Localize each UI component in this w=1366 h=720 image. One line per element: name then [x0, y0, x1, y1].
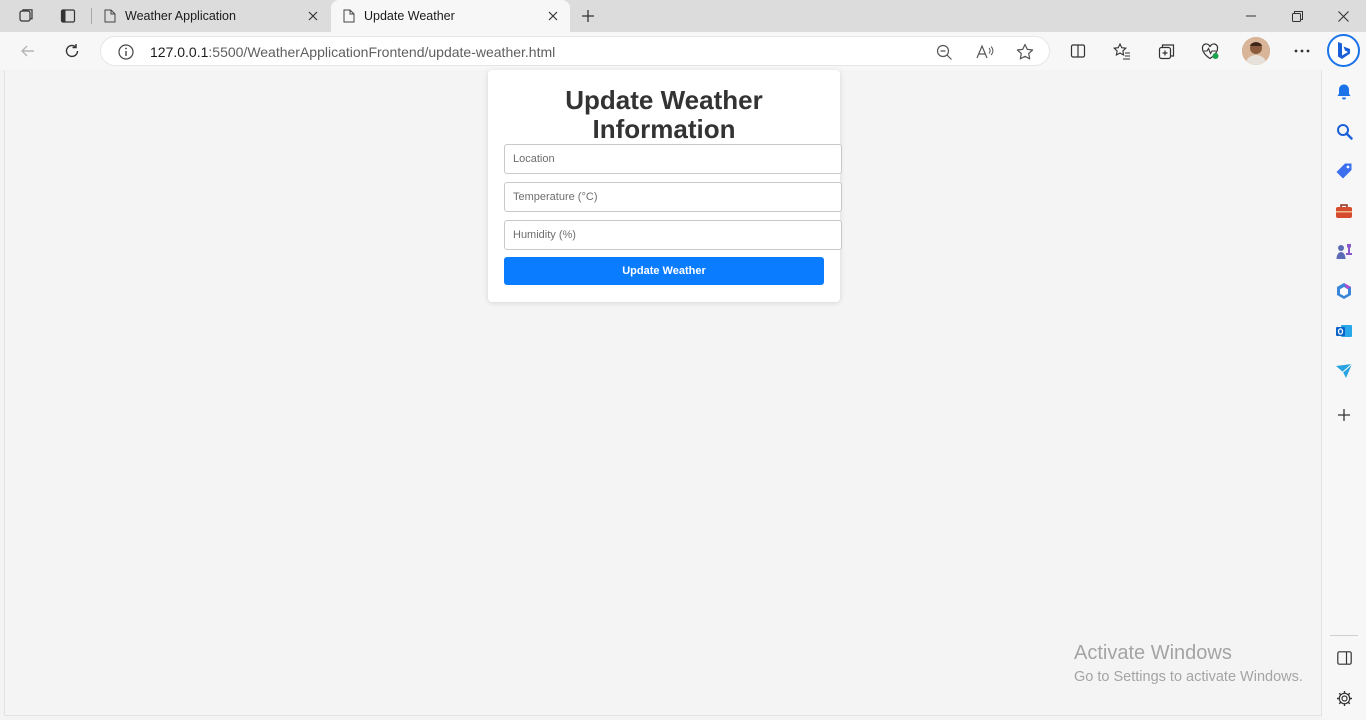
more-icon	[1294, 49, 1310, 53]
search-icon	[1336, 123, 1353, 140]
temperature-input[interactable]	[504, 182, 842, 212]
activate-windows-watermark: Activate Windows Go to Settings to activ…	[1074, 642, 1303, 685]
split-panel-icon	[1336, 651, 1352, 665]
tab-update-weather[interactable]: Update Weather	[331, 0, 570, 32]
browser-essentials-button[interactable]	[1196, 37, 1224, 65]
page-title: Update Weather Information	[565, 85, 763, 144]
sidebar-divider	[1330, 635, 1358, 636]
favorites-icon	[1113, 42, 1130, 60]
edge-sidebar	[1322, 70, 1366, 720]
tab-weather-application[interactable]: Weather Application	[92, 0, 330, 32]
bell-icon	[1337, 84, 1351, 100]
refresh-icon	[65, 44, 79, 58]
notifications-button[interactable]	[1334, 82, 1354, 102]
url-text[interactable]: 127.0.0.1:5500/WeatherApplicationFronten…	[150, 44, 555, 60]
outlook-button[interactable]	[1334, 321, 1354, 341]
plus-icon	[1338, 409, 1350, 421]
plus-icon	[582, 10, 594, 22]
tab-actions-icon	[60, 9, 76, 23]
read-aloud-button[interactable]	[975, 42, 995, 62]
shopping-button[interactable]	[1334, 161, 1354, 181]
restore-icon	[1291, 10, 1303, 22]
favorites-button[interactable]	[1108, 37, 1136, 65]
profile-avatar[interactable]	[1242, 37, 1270, 65]
add-sidebar-app-button[interactable]	[1334, 405, 1354, 425]
tab-strip: Weather Application Update Weather	[0, 0, 1366, 32]
outlook-icon	[1336, 325, 1352, 337]
workspaces-button[interactable]	[6, 0, 46, 32]
window-close-button[interactable]	[1320, 0, 1366, 32]
favorite-button[interactable]	[1015, 42, 1035, 62]
zoom-out-button[interactable]	[934, 42, 954, 62]
heart-pulse-icon	[1201, 42, 1219, 59]
back-button[interactable]	[14, 37, 42, 65]
minimize-icon	[1246, 15, 1256, 17]
page-icon	[343, 9, 355, 23]
games-button[interactable]	[1334, 241, 1354, 261]
tab-title: Update Weather	[364, 9, 455, 23]
avatar-icon	[1242, 37, 1270, 65]
tab-actions-button[interactable]	[48, 0, 88, 32]
refresh-button[interactable]	[58, 37, 86, 65]
zoom-out-icon	[936, 44, 952, 60]
drop-icon	[1336, 363, 1353, 378]
games-icon	[1336, 244, 1352, 259]
close-tab-button[interactable]	[540, 3, 566, 29]
tag-icon	[1336, 163, 1352, 179]
address-bar[interactable]: 127.0.0.1:5500/WeatherApplicationFronten…	[100, 36, 1050, 66]
settings-and-more-button[interactable]	[1288, 37, 1316, 65]
minimize-button[interactable]	[1228, 0, 1274, 32]
close-icon	[1337, 10, 1349, 22]
humidity-input[interactable]	[504, 220, 842, 250]
split-screen-button[interactable]	[1064, 37, 1092, 65]
sidebar-settings-button[interactable]	[1334, 688, 1354, 708]
new-tab-button[interactable]	[574, 3, 602, 29]
watermark-title: Activate Windows	[1074, 642, 1232, 664]
restore-button[interactable]	[1274, 0, 1320, 32]
copilot-button[interactable]	[1327, 34, 1360, 67]
gear-icon	[1336, 690, 1352, 706]
tab-title: Weather Application	[125, 9, 236, 23]
collections-button[interactable]	[1152, 37, 1180, 65]
watermark-subtitle: Go to Settings to activate Windows.	[1074, 669, 1303, 685]
back-arrow-icon	[21, 45, 34, 57]
drop-button[interactable]	[1334, 361, 1354, 381]
url-host: 127.0.0.1	[150, 44, 209, 60]
workspaces-icon	[19, 9, 33, 22]
search-sidebar-button[interactable]	[1334, 121, 1354, 141]
location-input[interactable]	[504, 144, 842, 174]
hide-sidebar-button[interactable]	[1334, 648, 1354, 668]
browser-toolbar: 127.0.0.1:5500/WeatherApplicationFronten…	[0, 32, 1366, 70]
update-weather-card: Update Weather Information Update Weathe…	[488, 70, 842, 302]
microsoft-365-button[interactable]	[1334, 281, 1354, 301]
close-icon	[548, 11, 558, 21]
split-screen-icon	[1070, 44, 1086, 58]
star-icon	[1016, 43, 1034, 60]
office-icon	[1337, 283, 1351, 299]
info-icon[interactable]	[117, 43, 135, 61]
page-viewport: Update Weather Information Update Weathe…	[4, 70, 1322, 716]
close-icon	[308, 11, 318, 21]
read-aloud-icon	[976, 44, 994, 59]
bing-icon	[1337, 41, 1350, 59]
url-path: :5500/WeatherApplicationFrontend/update-…	[208, 44, 556, 60]
tools-button[interactable]	[1334, 201, 1354, 221]
page-icon	[104, 9, 116, 23]
close-tab-button[interactable]	[300, 3, 326, 29]
update-weather-button[interactable]: Update Weather	[504, 257, 824, 285]
collections-icon	[1158, 43, 1174, 59]
toolbox-icon	[1336, 204, 1352, 218]
